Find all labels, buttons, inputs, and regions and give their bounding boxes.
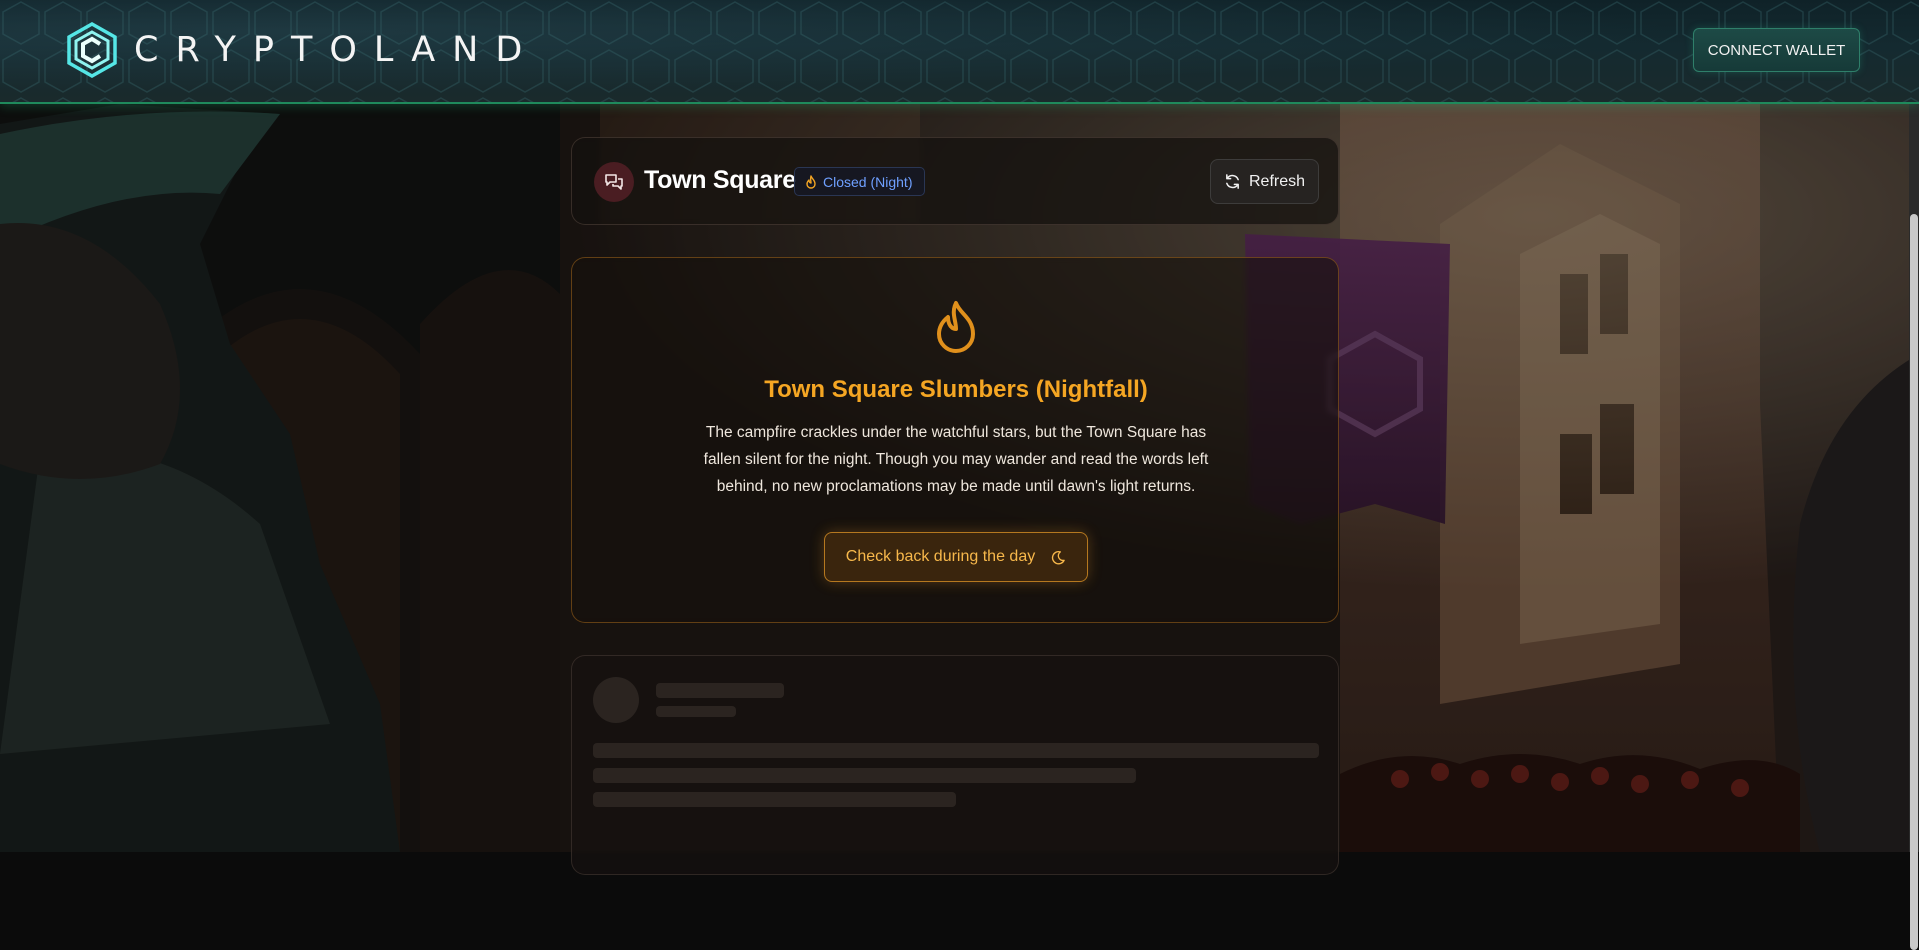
skeleton-line [656,683,784,698]
nightfall-description: The campfire crackles under the watchful… [703,424,1209,495]
top-navbar: CRYPTOLAND CONNECT WALLET [0,0,1919,104]
check-back-label: Check back during the day [845,548,1036,565]
brand-name: CRYPTOLAND [134,30,540,70]
chat-bubbles-icon [594,162,634,202]
room-header-card: Town Square Closed (Night) Refresh [571,137,1339,225]
status-badge: Closed (Night) [794,167,926,196]
page-scrollbar[interactable] [1909,104,1919,950]
status-badge-label: Closed (Night) [823,173,913,190]
refresh-icon [1226,174,1239,189]
page-title: Town Square [644,166,796,194]
moon-icon [1052,550,1065,564]
check-back-button[interactable]: Check back during the day [824,532,1088,582]
skeleton-line [656,706,736,717]
refresh-button[interactable]: Refresh [1210,159,1319,204]
skeleton-avatar [593,677,639,723]
loading-post-skeleton [571,655,1339,875]
flame-icon [937,301,975,353]
connect-wallet-button[interactable]: CONNECT WALLET [1693,28,1860,72]
hex-c-logo-icon [67,22,117,78]
nightfall-notice-card: Town Square Slumbers (Nightfall) The cam… [571,257,1339,623]
skeleton-line [593,743,1319,758]
flame-icon [806,174,816,189]
skeleton-line [593,768,1136,783]
scrollbar-thumb[interactable] [1910,214,1918,950]
nightfall-title: Town Square Slumbers (Nightfall) [764,376,1148,403]
skeleton-line [593,792,956,807]
refresh-button-label: Refresh [1248,172,1306,190]
brand-logo[interactable]: CRYPTOLAND [66,22,539,78]
